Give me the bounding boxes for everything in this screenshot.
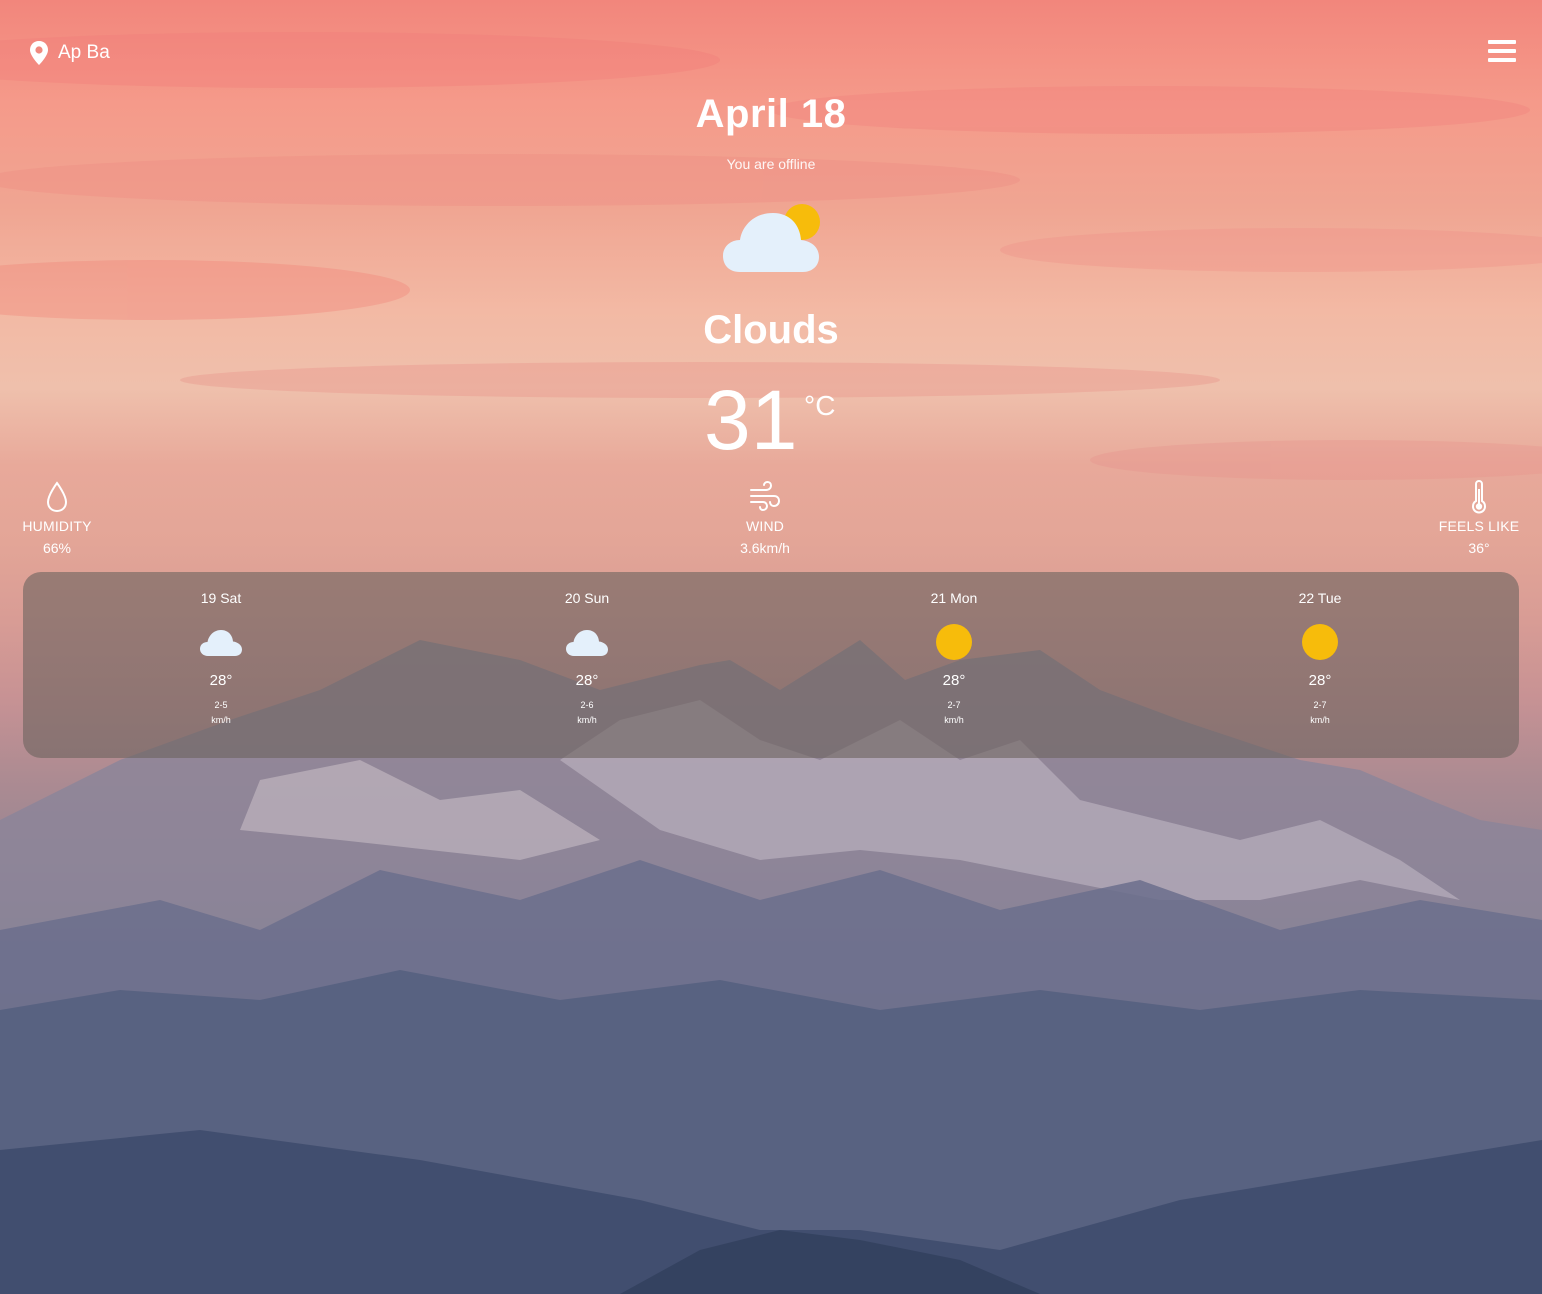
wind-label: WIND [745, 518, 785, 534]
menu-line [1488, 40, 1516, 44]
map-pin-icon [30, 41, 48, 65]
forecast-wind-range: 2-7 [947, 700, 961, 710]
forecast-wind: 2-6 km/h [517, 698, 657, 728]
forecast-temp: 28° [1308, 672, 1332, 689]
forecast-wind-unit: km/h [211, 715, 231, 725]
forecast-day[interactable]: 20 Sun 28° 2-6 km/h [517, 572, 657, 758]
cloud-icon [566, 630, 608, 656]
forecast-wind: 2-7 km/h [884, 698, 1024, 728]
forecast-temp: 28° [575, 672, 599, 689]
forecast-wind: 2-7 km/h [1250, 698, 1390, 728]
thermometer-icon [1471, 480, 1487, 514]
feels-like-stat: FEELS LIKE 36° [1419, 480, 1539, 556]
menu-line [1488, 49, 1516, 53]
feels-like-label: FEELS LIKE [1438, 518, 1520, 534]
location-name: Ap Ba [58, 42, 110, 63]
forecast-wind-unit: km/h [577, 715, 597, 725]
droplet-icon [46, 481, 68, 513]
forecast-wind-unit: km/h [1310, 715, 1330, 725]
forecast-day-label: 20 Sun [564, 590, 610, 606]
wind-value: 3.6km/h [740, 540, 790, 556]
current-date: April 18 [695, 92, 847, 136]
forecast-wind-range: 2-5 [214, 700, 228, 710]
hamburger-menu-icon[interactable] [1488, 40, 1518, 66]
feels-like-value: 36° [1468, 540, 1490, 556]
forecast-day-label: 21 Mon [930, 590, 978, 606]
forecast-panel: 19 Sat 28° 2-5 km/h 20 Sun 28° 2-6 km/h … [23, 572, 1519, 758]
forecast-wind-unit: km/h [944, 715, 964, 725]
forecast-wind: 2-5 km/h [151, 698, 291, 728]
temperature-unit: °C [804, 390, 836, 421]
sun-icon [1302, 624, 1338, 660]
humidity-label: HUMIDITY [22, 518, 92, 534]
forecast-day[interactable]: 22 Tue 28° 2-7 km/h [1250, 572, 1390, 758]
sun-icon [936, 624, 972, 660]
humidity-value: 66% [42, 540, 72, 556]
weather-condition: Clouds [703, 308, 839, 352]
location[interactable]: Ap Ba [28, 40, 110, 66]
cloud-icon [200, 630, 242, 656]
forecast-day-label: 19 Sat [200, 590, 242, 606]
forecast-day[interactable]: 21 Mon 28° 2-7 km/h [884, 572, 1024, 758]
current-temperature: 31 [704, 373, 798, 467]
menu-line [1488, 58, 1516, 62]
wind-stat: WIND 3.6km/h [705, 480, 825, 556]
wind-icon [750, 480, 781, 512]
forecast-wind-range: 2-7 [1313, 700, 1327, 710]
humidity-stat: HUMIDITY 66% [0, 480, 117, 556]
partly-cloudy-icon [723, 204, 820, 272]
offline-status: You are offline [726, 156, 816, 172]
forecast-wind-range: 2-6 [580, 700, 594, 710]
forecast-day-label: 22 Tue [1298, 590, 1342, 606]
forecast-day[interactable]: 19 Sat 28° 2-5 km/h [151, 572, 291, 758]
forecast-temp: 28° [209, 672, 233, 689]
forecast-temp: 28° [942, 672, 966, 689]
weather-app: Ap Ba April 18 You are offline Clouds 31… [0, 0, 1542, 1294]
